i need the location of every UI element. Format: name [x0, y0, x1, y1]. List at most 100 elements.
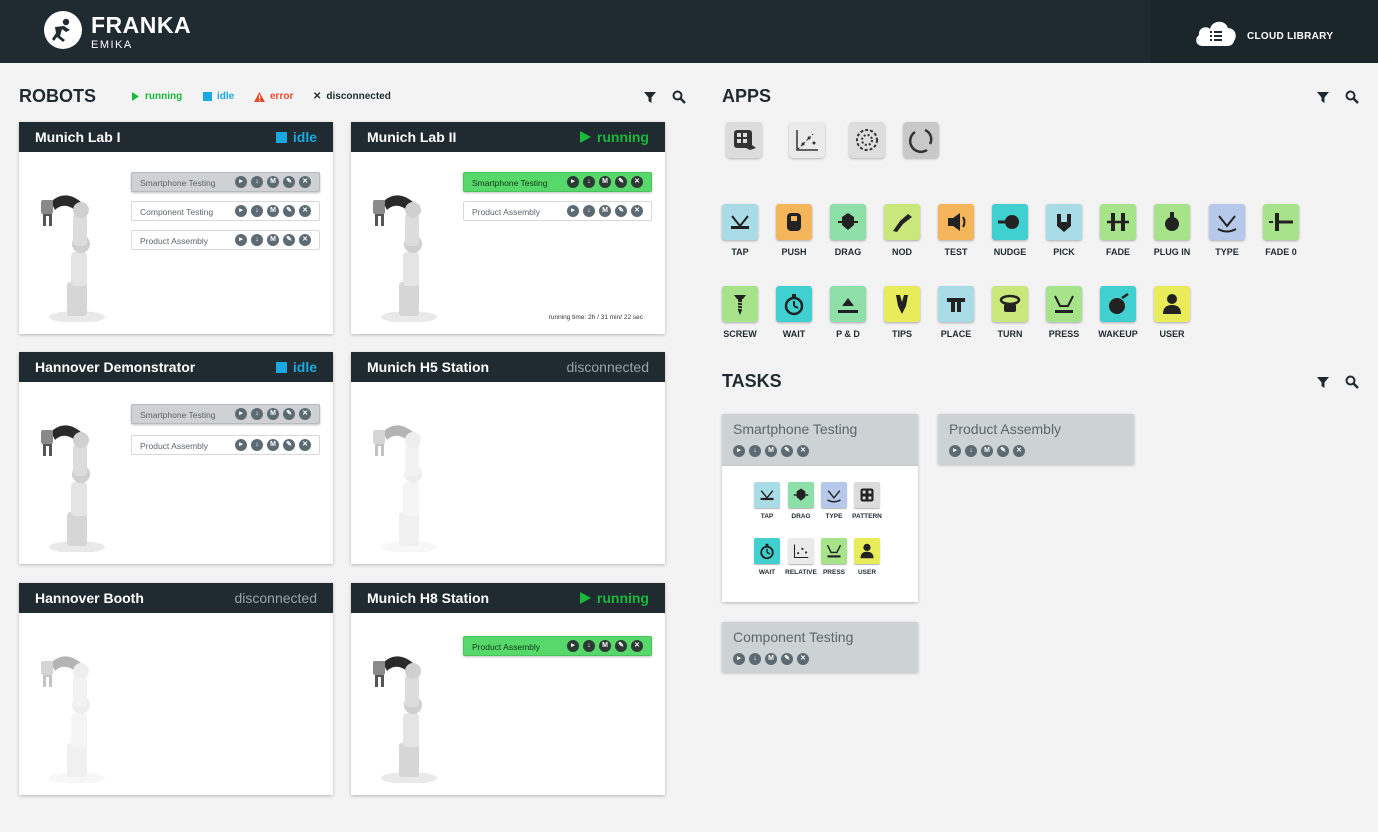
- franka-logo[interactable]: [44, 11, 82, 49]
- download-icon[interactable]: ↓: [251, 408, 263, 420]
- robot-task-pill[interactable]: Product Assembly ▸ ↓ M ✎ ✕: [131, 230, 320, 250]
- pattern-category-button[interactable]: [726, 122, 762, 158]
- apps-filter-icon[interactable]: [1316, 90, 1330, 104]
- task-card-component-testing[interactable]: Component Testing ▸ ↓ M ✎ ✕: [722, 622, 918, 672]
- task-card-smartphone-testing[interactable]: Smartphone Testing ▸ ↓ M ✎ ✕: [722, 414, 918, 466]
- delete-icon[interactable]: ✕: [299, 408, 311, 420]
- robot-task-pill[interactable]: Smartphone Testing ▸ ↓ M ✎ ✕: [463, 172, 652, 192]
- play-icon[interactable]: ▸: [235, 408, 247, 420]
- edit-icon[interactable]: ✎: [283, 439, 295, 451]
- task-app-wait-button[interactable]: [754, 538, 780, 564]
- robot-card-hannover-demonstrator[interactable]: Hannover Demonstrator idle Smartphone Te…: [19, 352, 333, 564]
- download-icon[interactable]: ↓: [583, 176, 595, 188]
- task-app-user-button[interactable]: [854, 538, 880, 564]
- task-app-pattern-button[interactable]: [854, 482, 880, 508]
- manual-icon[interactable]: M: [267, 176, 279, 188]
- app-test-button[interactable]: [938, 204, 974, 240]
- download-icon[interactable]: ↓: [749, 445, 761, 457]
- edit-icon[interactable]: ✎: [283, 205, 295, 217]
- app-push-button[interactable]: [776, 204, 812, 240]
- app-screw-button[interactable]: [722, 286, 758, 322]
- edit-icon[interactable]: ✎: [997, 445, 1009, 457]
- delete-icon[interactable]: ✕: [631, 176, 643, 188]
- task-app-relative-button[interactable]: [788, 538, 814, 564]
- app-tips-button[interactable]: [884, 286, 920, 322]
- robot-task-pill[interactable]: Product Assembly ▸ ↓ M ✎ ✕: [463, 201, 652, 221]
- robot-task-pill[interactable]: Smartphone Testing ▸ ↓ M ✎ ✕: [131, 404, 320, 424]
- manual-icon[interactable]: M: [981, 445, 993, 457]
- manual-icon[interactable]: M: [765, 653, 777, 665]
- edit-icon[interactable]: ✎: [283, 234, 295, 246]
- robot-task-pill[interactable]: Component Testing ▸ ↓ M ✎ ✕: [131, 201, 320, 221]
- task-card-product-assembly[interactable]: Product Assembly ▸ ↓ M ✎ ✕: [938, 414, 1134, 464]
- app-nudge-button[interactable]: [992, 204, 1028, 240]
- robot-card-munich-lab-ii[interactable]: Munich Lab II running Smartphone Testing…: [351, 122, 665, 334]
- app-nod-button[interactable]: [884, 204, 920, 240]
- edit-icon[interactable]: ✎: [283, 176, 295, 188]
- download-icon[interactable]: ↓: [749, 653, 761, 665]
- app-p-d-button[interactable]: [830, 286, 866, 322]
- app-user-button[interactable]: [1154, 286, 1190, 322]
- play-icon[interactable]: ▸: [733, 445, 745, 457]
- manual-icon[interactable]: M: [267, 234, 279, 246]
- delete-icon[interactable]: ✕: [299, 439, 311, 451]
- edit-icon[interactable]: ✎: [283, 408, 295, 420]
- tasks-filter-icon[interactable]: [1316, 375, 1330, 389]
- manual-icon[interactable]: M: [599, 205, 611, 217]
- play-icon[interactable]: ▸: [235, 176, 247, 188]
- download-icon[interactable]: ↓: [251, 176, 263, 188]
- manual-icon[interactable]: M: [599, 176, 611, 188]
- robot-card-hannover-booth[interactable]: Hannover Booth disconnected: [19, 583, 333, 795]
- play-icon[interactable]: ▸: [567, 176, 579, 188]
- circle-category-button[interactable]: [903, 122, 939, 158]
- robots-search-icon[interactable]: [672, 90, 686, 104]
- delete-icon[interactable]: ✕: [299, 205, 311, 217]
- delete-icon[interactable]: ✕: [631, 640, 643, 652]
- robot-task-pill[interactable]: Product Assembly ▸ ↓ M ✎ ✕: [131, 435, 320, 455]
- robots-filter-icon[interactable]: [643, 90, 657, 104]
- edit-icon[interactable]: ✎: [615, 205, 627, 217]
- edit-icon[interactable]: ✎: [615, 640, 627, 652]
- delete-icon[interactable]: ✕: [1013, 445, 1025, 457]
- delete-icon[interactable]: ✕: [797, 445, 809, 457]
- app-type-button[interactable]: [1209, 204, 1245, 240]
- relative-category-button[interactable]: [789, 122, 825, 158]
- edit-icon[interactable]: ✎: [781, 653, 793, 665]
- play-icon[interactable]: ▸: [567, 205, 579, 217]
- robot-card-munich-h5-station[interactable]: Munich H5 Station disconnected: [351, 352, 665, 564]
- app-fade-0-button[interactable]: [1263, 204, 1299, 240]
- delete-icon[interactable]: ✕: [631, 205, 643, 217]
- edit-icon[interactable]: ✎: [781, 445, 793, 457]
- apps-search-icon[interactable]: [1345, 90, 1359, 104]
- app-fade-button[interactable]: [1100, 204, 1136, 240]
- delete-icon[interactable]: ✕: [299, 176, 311, 188]
- play-icon[interactable]: ▸: [235, 234, 247, 246]
- task-app-press-button[interactable]: [821, 538, 847, 564]
- download-icon[interactable]: ↓: [583, 205, 595, 217]
- delete-icon[interactable]: ✕: [797, 653, 809, 665]
- app-tap-button[interactable]: [722, 204, 758, 240]
- download-icon[interactable]: ↓: [251, 439, 263, 451]
- robot-card-munich-lab-i[interactable]: Munich Lab I idle Smartphone Testing ▸ ↓ M…: [19, 122, 333, 334]
- app-turn-button[interactable]: [992, 286, 1028, 322]
- edit-icon[interactable]: ✎: [615, 176, 627, 188]
- app-press-button[interactable]: [1046, 286, 1082, 322]
- app-wakeup-button[interactable]: [1100, 286, 1136, 322]
- play-icon[interactable]: ▸: [235, 439, 247, 451]
- task-app-tap-button[interactable]: [754, 482, 780, 508]
- play-icon[interactable]: ▸: [949, 445, 961, 457]
- app-plug-in-button[interactable]: [1154, 204, 1190, 240]
- task-app-type-button[interactable]: [821, 482, 847, 508]
- robot-card-munich-h8-station[interactable]: Munich H8 Station running Product Assemb…: [351, 583, 665, 795]
- manual-icon[interactable]: M: [599, 640, 611, 652]
- manual-icon[interactable]: M: [267, 439, 279, 451]
- manual-icon[interactable]: M: [267, 408, 279, 420]
- robot-task-pill[interactable]: Smartphone Testing ▸ ↓ M ✎ ✕: [131, 172, 320, 192]
- play-icon[interactable]: ▸: [733, 653, 745, 665]
- play-icon[interactable]: ▸: [235, 205, 247, 217]
- robot-task-pill[interactable]: Product Assembly ▸ ↓ M ✎ ✕: [463, 636, 652, 656]
- app-place-button[interactable]: [938, 286, 974, 322]
- tasks-search-icon[interactable]: [1345, 375, 1359, 389]
- app-pick-button[interactable]: [1046, 204, 1082, 240]
- download-icon[interactable]: ↓: [583, 640, 595, 652]
